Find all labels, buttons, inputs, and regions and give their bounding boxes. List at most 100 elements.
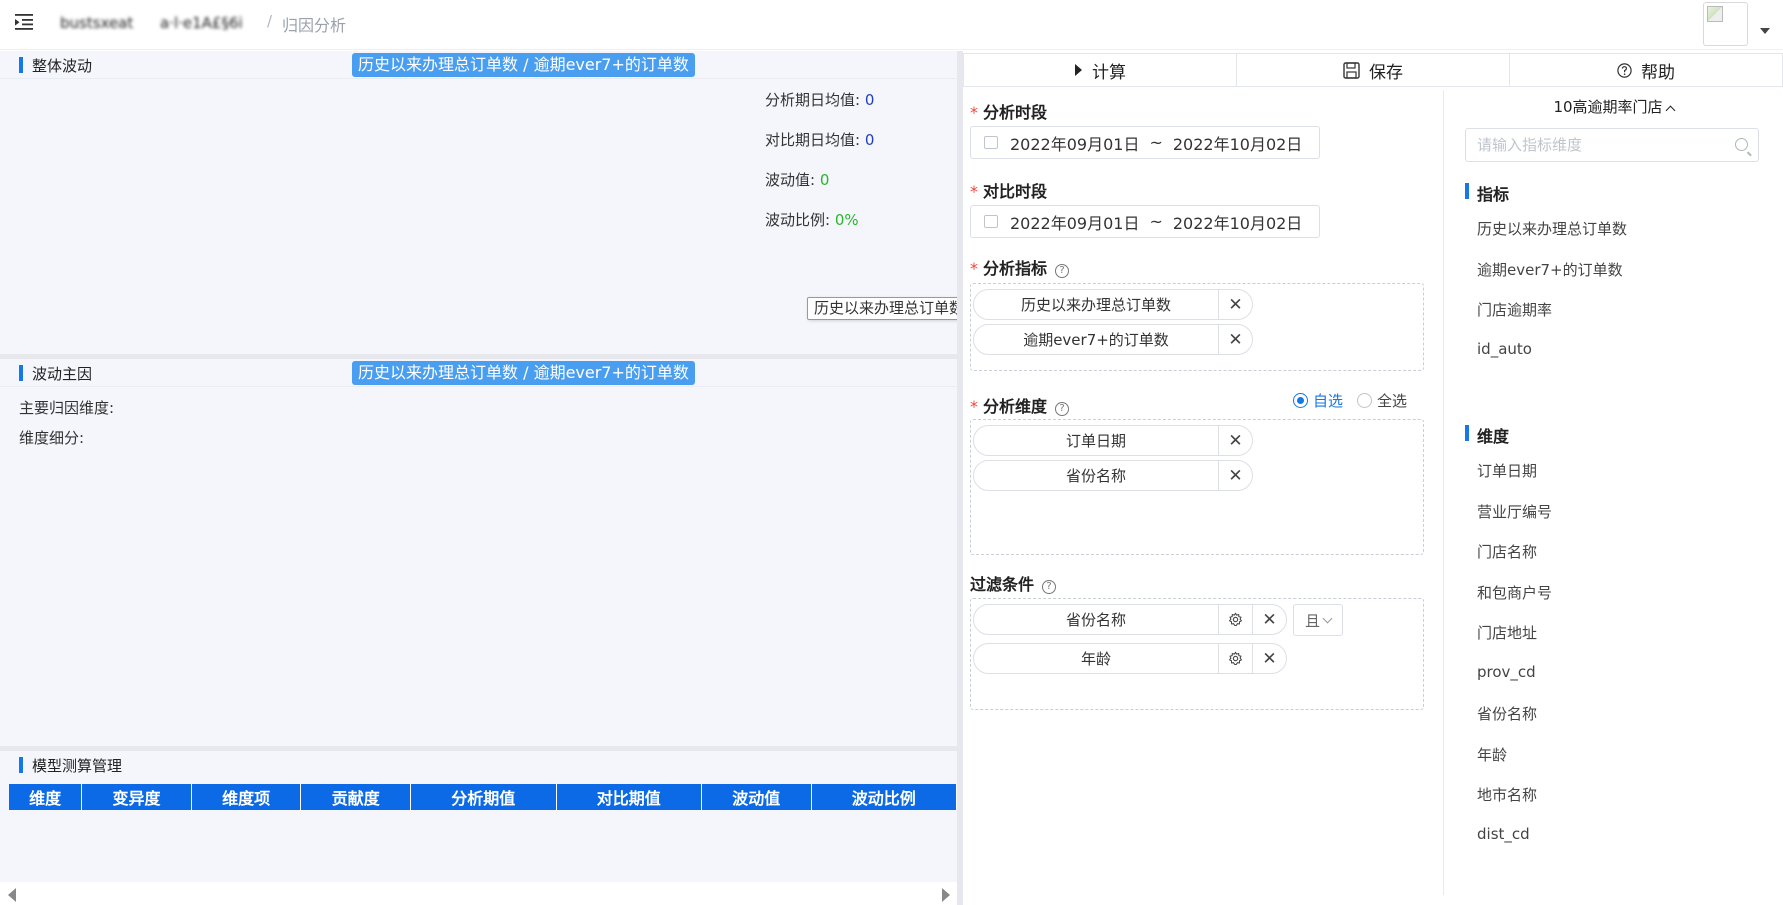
filter-logic-value: 且: [1305, 611, 1321, 630]
metrics-section-head: 指标: [1465, 181, 1509, 205]
help-label: 帮助: [1641, 62, 1675, 83]
play-icon: [1075, 64, 1082, 76]
compare-date-range-picker[interactable]: 2022年09月01日 ~ 2022年10月02日: [970, 205, 1320, 238]
metric-chip[interactable]: 历史以来办理总订单数 ✕: [973, 289, 1253, 320]
panel-header: 整体波动 历史以来办理总订单数 / 逾期ever7+的订单数: [0, 51, 957, 79]
caret-down-icon[interactable]: [1760, 28, 1770, 34]
close-icon[interactable]: ✕: [1219, 290, 1252, 319]
list-item-metric[interactable]: 门店逾期率: [1477, 299, 1552, 320]
label-text: 分析指标: [983, 259, 1048, 278]
list-item-dimension[interactable]: 年龄: [1477, 744, 1507, 765]
dimension-detail-label: 维度细分:: [19, 429, 85, 447]
list-item-dimension[interactable]: 营业厅编号: [1477, 501, 1552, 522]
dimensions-drop-zone[interactable]: 订单日期 ✕ 省份名称 ✕: [970, 419, 1424, 555]
stat-value: 0: [864, 131, 875, 149]
column-header[interactable]: 波动比例: [811, 784, 958, 810]
column-header[interactable]: 对比期值: [556, 784, 702, 810]
compute-button[interactable]: 计算: [964, 54, 1237, 86]
close-icon[interactable]: ✕: [1253, 605, 1286, 634]
dimension-chip[interactable]: 订单日期 ✕: [973, 425, 1253, 456]
menu-fold-icon[interactable]: [14, 12, 36, 32]
stat-value: 0: [819, 171, 830, 189]
radio-custom[interactable]: [1293, 393, 1308, 408]
question-circle-icon[interactable]: ?: [1055, 402, 1070, 416]
list-item-dimension[interactable]: dist_cd: [1477, 825, 1530, 843]
stat-value: 0%: [834, 211, 859, 229]
top-bar: bustsxeat a·l·e1A£§6i / 归因分析: [0, 0, 1783, 50]
list-item-metric[interactable]: 历史以来办理总订单数: [1477, 218, 1627, 239]
chip-label: 订单日期: [1065, 432, 1126, 450]
calendar-icon: [984, 136, 998, 149]
analysis-results-area: 整体波动 历史以来办理总订单数 / 逾期ever7+的订单数 分析期日均值: 0…: [0, 51, 972, 905]
breadcrumb-item-blurred[interactable]: a·l·e1A£§6i: [160, 14, 243, 32]
config-form: * 分析时段 2022年09月01日 ~ 2022年10月02日 * 对比时段 20…: [963, 90, 1441, 895]
main-cause-panel: 波动主因 历史以来办理总订单数 / 逾期ever7+的订单数 主要归因维度: 维…: [0, 359, 957, 746]
breadcrumb-item-blurred[interactable]: bustsxeat: [60, 14, 133, 32]
search-icon[interactable]: [1735, 138, 1748, 151]
radio-all-label[interactable]: 全选: [1377, 390, 1407, 411]
model-management-panel: 模型测算管理: [0, 751, 957, 882]
question-circle-icon[interactable]: ?: [1042, 580, 1057, 594]
chip-label: 省份名称: [1065, 467, 1126, 485]
section-marker: [19, 57, 23, 73]
filters-drop-zone[interactable]: 省份名称 ✕ 且 年龄 ✕: [970, 598, 1424, 710]
column-header[interactable]: 分析期值: [410, 784, 557, 810]
metric-chip[interactable]: 逾期ever7+的订单数 ✕: [973, 324, 1253, 355]
save-button[interactable]: 保存: [1237, 54, 1510, 86]
column-header[interactable]: 贡献度: [300, 784, 412, 810]
list-item-metric[interactable]: 逾期ever7+的订单数: [1477, 259, 1623, 280]
stat-label: 分析期日均值:: [765, 91, 861, 109]
help-button[interactable]: 帮助: [1510, 54, 1782, 86]
model-table: 维度 变异度 维度项 贡献度 分析期值 对比期值 波动值 波动比例: [9, 784, 958, 810]
column-header[interactable]: 变异度: [81, 784, 192, 810]
list-item-dimension[interactable]: 门店地址: [1477, 622, 1537, 643]
filter-chip[interactable]: 省份名称 ✕: [973, 604, 1287, 635]
scroll-right-icon[interactable]: [942, 888, 950, 902]
filter-logic-select[interactable]: 且: [1293, 604, 1343, 636]
list-item-dimension[interactable]: 订单日期: [1477, 460, 1537, 481]
metric-pill: 历史以来办理总订单数 / 逾期ever7+的订单数: [352, 361, 695, 385]
breadcrumb-current: 归因分析: [282, 16, 347, 35]
label-text: 分析时段: [983, 103, 1048, 122]
close-icon[interactable]: ✕: [1219, 426, 1252, 455]
settings-icon[interactable]: [1219, 644, 1252, 673]
list-item-dimension[interactable]: 门店名称: [1477, 541, 1537, 562]
radio-custom-label[interactable]: 自选: [1313, 390, 1343, 411]
avatar[interactable]: [1703, 2, 1748, 46]
dataset-title[interactable]: 10高逾期率门店: [1444, 96, 1783, 117]
metric-pill: 历史以来办理总订单数 / 逾期ever7+的订单数: [352, 53, 695, 77]
label-text: 分析维度: [983, 397, 1048, 416]
list-item-dimension[interactable]: 和包商户号: [1477, 582, 1552, 603]
date-end: 2022年10月02日: [1172, 134, 1303, 154]
list-item-dimension[interactable]: 地市名称: [1477, 784, 1537, 805]
close-icon[interactable]: ✕: [1219, 325, 1252, 354]
analysis-date-range-picker[interactable]: 2022年09月01日 ~ 2022年10月02日: [970, 126, 1320, 159]
analysis-avg-stat: 分析期日均值: 0: [765, 89, 874, 110]
dimension-chip[interactable]: 省份名称 ✕: [973, 460, 1253, 491]
radio-all[interactable]: [1357, 393, 1373, 408]
settings-icon[interactable]: [1219, 605, 1252, 634]
question-circle-icon[interactable]: ?: [1055, 264, 1070, 278]
stat-label: 对比期日均值:: [765, 131, 861, 149]
label-text: 过滤条件: [970, 575, 1035, 594]
calendar-icon: [984, 215, 998, 228]
panel-header: 模型测算管理: [0, 751, 957, 779]
filter-chip[interactable]: 年龄 ✕: [973, 643, 1287, 674]
column-header[interactable]: 维度: [9, 784, 83, 810]
column-header[interactable]: 波动值: [701, 784, 812, 810]
scroll-left-icon[interactable]: [8, 888, 16, 902]
column-header[interactable]: 维度项: [191, 784, 302, 810]
dimensions-label: * 分析维度?: [970, 393, 1070, 417]
search-input[interactable]: [1466, 129, 1716, 161]
horizontal-scrollbar[interactable]: [0, 882, 957, 905]
close-icon[interactable]: ✕: [1219, 461, 1252, 490]
list-item-dimension[interactable]: prov_cd: [1477, 663, 1536, 681]
date-separator: ~: [1149, 212, 1163, 231]
section-marker: [19, 365, 23, 381]
close-icon[interactable]: ✕: [1253, 644, 1286, 673]
list-item-metric[interactable]: id_auto: [1477, 340, 1532, 358]
panel-title: 整体波动: [32, 57, 93, 75]
metrics-drop-zone[interactable]: 历史以来办理总订单数 ✕ 逾期ever7+的订单数 ✕: [970, 283, 1424, 371]
list-item-dimension[interactable]: 省份名称: [1477, 703, 1537, 724]
dimensions-section-head: 维度: [1465, 423, 1509, 447]
